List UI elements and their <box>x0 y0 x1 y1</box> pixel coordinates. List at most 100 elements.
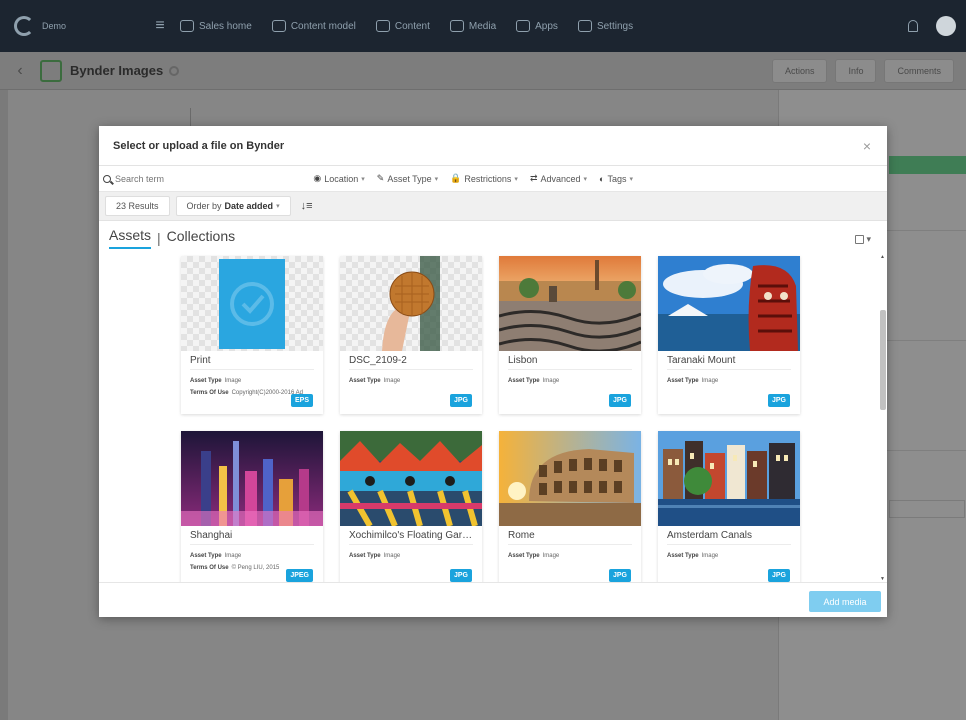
sort-direction-icon[interactable]: ↓≡ <box>297 196 317 216</box>
tag-icon: ◐ <box>599 173 605 184</box>
entry-edit-icon <box>40 59 62 82</box>
format-badge: EPS <box>290 394 313 407</box>
nav-item-content[interactable]: Content <box>375 20 430 32</box>
dialog-title: Select or upload a file on Bynder <box>113 139 285 152</box>
asset-name: DSC_2109-2 <box>349 355 473 370</box>
comments-button[interactable]: Comments <box>884 59 954 83</box>
format-badge: JPG <box>767 569 790 582</box>
location-icon: ◉ <box>313 173 322 183</box>
filter-asset-type[interactable]: ✎ Asset Type ▾ <box>377 173 438 184</box>
asset-thumbnail <box>658 256 800 351</box>
help-icon[interactable] <box>908 20 918 32</box>
brand[interactable]: Demo <box>0 16 140 36</box>
close-icon[interactable]: × <box>863 138 871 154</box>
search-input[interactable] <box>115 173 215 184</box>
grid-scrollbar[interactable]: ▲ ▼ <box>880 254 886 582</box>
chevron-down-icon: ▾ <box>583 175 588 183</box>
asset-card[interactable]: Xochimilco's Floating Gard... Asset Type… <box>340 431 482 582</box>
asset-name: Print <box>190 355 314 370</box>
sidebar-input[interactable] <box>889 500 965 518</box>
publish-button[interactable] <box>889 156 966 174</box>
format-badge: JPG <box>608 569 631 582</box>
actions-button[interactable]: Actions <box>771 59 828 83</box>
asset-name: Rome <box>508 530 632 545</box>
asset-card[interactable]: Lisbon Asset Type Image JPG <box>499 256 641 414</box>
info-button[interactable]: Info <box>835 59 877 83</box>
sliders-icon: ⇄ <box>529 173 538 183</box>
tab-collections[interactable]: Collections <box>167 228 235 248</box>
view-tabs: Assets | Collections <box>109 227 235 249</box>
nav-item-apps[interactable]: Apps <box>516 20 558 32</box>
filter-location[interactable]: ◉ Location ▾ <box>313 173 364 184</box>
brand-name: Demo <box>42 20 67 31</box>
dialog-footer: Add media <box>99 582 887 617</box>
asset-thumbnail <box>658 431 800 526</box>
order-by-value: Date added <box>224 201 274 211</box>
order-by-dropdown[interactable]: Order by Date added ▾ <box>175 196 291 216</box>
scrollbar-thumb[interactable] <box>880 310 886 410</box>
asset-thumbnail <box>499 256 641 351</box>
asset-card[interactable]: Rome Asset Type Image JPG <box>499 431 641 582</box>
asset-thumbnail <box>181 431 323 526</box>
gear-icon <box>577 20 592 32</box>
tab-assets[interactable]: Assets <box>109 227 152 249</box>
media-icon <box>449 20 464 32</box>
filter-bar: ◉Location▾ ✎Asset Type▾ 🔒Restrictions▾ ⇄… <box>99 166 887 192</box>
home-icon <box>180 20 194 32</box>
asset-thumbnail <box>499 431 641 526</box>
filter-tags[interactable]: ◐ Tags ▾ <box>599 173 633 184</box>
asset-thumbnail <box>340 256 482 351</box>
asset-card[interactable]: Print Asset Type Image Terms Of Use Copyri… <box>181 256 323 414</box>
chevron-down-icon: ▾ <box>866 234 871 244</box>
content-model-icon <box>271 20 286 32</box>
chevron-down-icon: ▾ <box>276 203 280 210</box>
nav-item-media[interactable]: Media <box>449 20 496 32</box>
asset-card[interactable]: DSC_2109-2 Asset Type Image JPG <box>340 256 482 414</box>
scroll-up-icon[interactable]: ▲ <box>880 254 885 260</box>
lock-icon: 🔒 <box>450 173 462 183</box>
asset-name: Shanghai <box>190 530 314 545</box>
asset-name: Taranaki Mount <box>667 355 791 370</box>
asset-type-icon: ✎ <box>376 173 385 183</box>
format-badge: JPG <box>449 569 472 582</box>
results-bar: 23 Results Order by Date added ▾ ↓≡ <box>99 192 887 221</box>
chevron-down-icon: ▾ <box>434 175 439 183</box>
page-title: Bynder Images <box>70 63 164 78</box>
checkbox-icon <box>855 235 865 244</box>
asset-thumbnail <box>181 256 323 351</box>
chevron-down-icon: ▾ <box>514 175 518 183</box>
asset-name: Lisbon <box>508 355 632 370</box>
entry-header-bar: ‹ Bynder Images Actions Info Comments <box>0 52 966 90</box>
content-icon <box>375 20 390 32</box>
asset-grid: Print Asset Type Image Terms Of Use Copyri… <box>99 254 887 582</box>
add-media-button[interactable]: Add media <box>809 591 881 612</box>
select-all-toggle[interactable]: ▾ <box>855 234 871 245</box>
back-arrow-icon[interactable]: ‹ <box>0 62 40 80</box>
asset-thumbnail <box>340 431 482 526</box>
results-count: 23 Results <box>105 196 170 216</box>
avatar[interactable] <box>936 16 956 36</box>
nav-item-settings[interactable]: Settings <box>577 20 633 32</box>
asset-card[interactable]: Taranaki Mount Asset Type Image JPG <box>658 256 800 414</box>
settings-icon[interactable] <box>169 65 180 76</box>
asset-card[interactable]: Amsterdam Canals Asset Type Image JPG <box>658 431 800 582</box>
format-badge: JPEG <box>286 569 313 582</box>
top-navigation-bar: Demo ≡ Sales home Content model Content … <box>0 0 966 52</box>
format-badge: JPG <box>449 394 472 407</box>
dialog-header: Select or upload a file on Bynder × <box>99 126 887 166</box>
search-icon <box>103 174 111 183</box>
filter-advanced[interactable]: ⇄ Advanced ▾ <box>530 173 587 184</box>
asset-name: Amsterdam Canals <box>667 530 791 545</box>
nav-item-sales-home[interactable]: Sales home <box>180 20 252 32</box>
apps-icon <box>516 20 531 32</box>
filter-restrictions[interactable]: 🔒 Restrictions ▾ <box>450 173 518 184</box>
search-box[interactable] <box>103 173 233 184</box>
chevron-down-icon: ▾ <box>629 175 633 183</box>
brand-logo-icon <box>14 16 34 36</box>
menu-icon[interactable]: ≡ <box>140 17 180 35</box>
nav-item-content-model[interactable]: Content model <box>271 20 356 32</box>
format-badge: JPG <box>608 394 631 407</box>
asset-card[interactable]: Shanghai Asset Type Image Terms Of Use © P… <box>181 431 323 582</box>
asset-name: Xochimilco's Floating Gard... <box>349 530 473 545</box>
format-badge: JPG <box>767 394 790 407</box>
